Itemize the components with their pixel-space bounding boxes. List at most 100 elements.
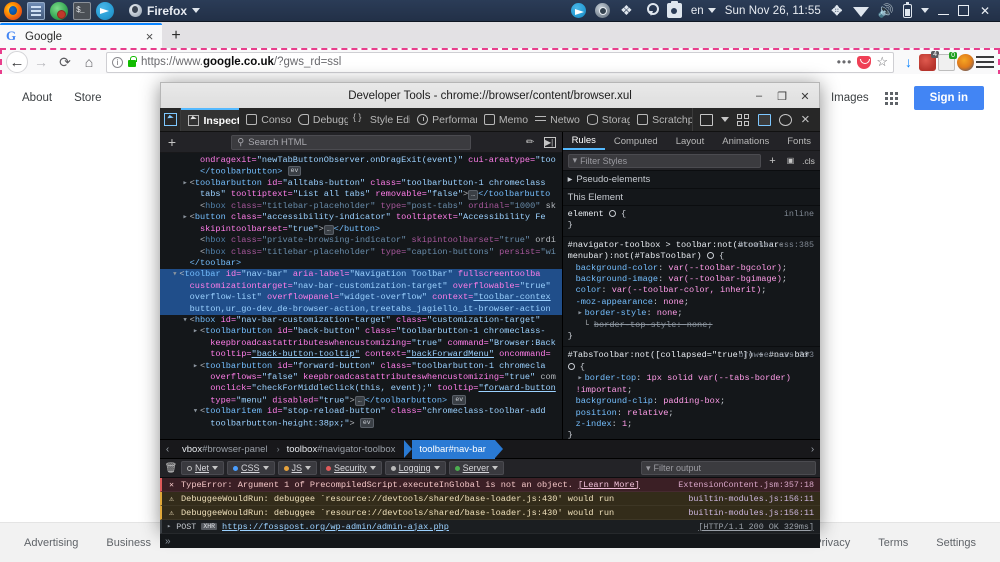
console-output[interactable]: ✕ TypeError: Argument 1 of PrecompiledScr… — [160, 478, 820, 534]
pseudo-elements-row[interactable]: ▸ Pseudo-elements — [562, 171, 820, 189]
pocket-icon[interactable] — [857, 55, 872, 69]
css-property[interactable]: position — [576, 408, 617, 418]
markup-twisty-icon[interactable] — [191, 201, 200, 212]
css-declaration[interactable]: background-image: var(--toolbar-bgimage)… — [568, 274, 815, 285]
css-value[interactable]: var(--toolbar-color, inherit) — [612, 285, 762, 295]
markup-twisty-icon[interactable]: ▸ — [191, 326, 200, 337]
css-rule[interactable]: browser.css:385 #navigator-toolbox > tool… — [562, 237, 820, 348]
markup-twisty-icon[interactable] — [201, 372, 210, 383]
forward-button[interactable]: → — [30, 51, 52, 73]
page-actions-icon[interactable]: ••• — [837, 55, 853, 69]
markup-line[interactable]: keepbroadcastattributeswhencustomizing="… — [160, 338, 562, 349]
css-property[interactable]: z-index — [576, 419, 612, 429]
breadcrumb-item-vbox[interactable]: vbox #browser-panel — [175, 440, 277, 459]
chevron-down-icon[interactable] — [212, 466, 219, 470]
footer-link-settings[interactable]: Settings — [936, 537, 976, 549]
breadcrumb-item-toolbar[interactable]: toolbar #nav-bar — [412, 439, 495, 459]
markup-line[interactable]: ▾ <hbox id="nav-bar-customization-target"… — [160, 315, 562, 326]
css-property[interactable]: border-style — [585, 308, 647, 318]
chevron-down-icon[interactable] — [262, 466, 269, 470]
markup-line[interactable]: ▸ <toolbarbutton id="back-button" class="… — [160, 326, 562, 337]
window-minimize-button[interactable] — [938, 6, 949, 15]
markup-twisty-icon[interactable] — [191, 167, 200, 178]
css-property[interactable]: background-color — [576, 263, 659, 273]
app-menu-firefox[interactable]: Firefox — [129, 4, 201, 18]
css-value[interactable]: var(--toolbar-bgimage) — [668, 274, 781, 284]
new-tab-button[interactable]: + — [162, 23, 190, 48]
green-app-launcher-icon[interactable] — [50, 1, 68, 20]
console-filter-server[interactable]: Server — [448, 461, 505, 475]
window-maximize-button[interactable] — [958, 5, 969, 16]
markup-twisty-icon[interactable] — [191, 189, 200, 200]
volume-icon[interactable]: 🔊 — [878, 3, 894, 18]
back-button[interactable]: ← — [6, 51, 28, 73]
console-filter-net[interactable]: Net — [181, 461, 225, 475]
declaration-twisty-icon[interactable]: ▸ — [576, 373, 585, 384]
devtools-tab-scratchpad[interactable]: Scratchpad — [630, 108, 692, 131]
chevron-down-icon[interactable] — [433, 466, 440, 470]
markup-twisty-icon[interactable] — [201, 349, 210, 360]
footer-link-business[interactable]: Business — [106, 537, 151, 549]
message-source[interactable]: ExtensionContent.jsm:357:18 — [678, 480, 814, 490]
rules-tab-rules[interactable]: Rules — [562, 132, 605, 150]
rules-tab-computed[interactable]: Computed — [605, 132, 667, 150]
extension-orange-icon[interactable] — [957, 53, 974, 71]
devtools-tab-style-editor[interactable]: Style Editor — [348, 108, 410, 131]
markup-line[interactable]: </toolbar> — [160, 258, 562, 269]
css-value[interactable]: relative — [627, 408, 668, 418]
css-declaration[interactable]: ▸ border-style: none; — [568, 308, 815, 319]
footer-link-terms[interactable]: Terms — [878, 537, 908, 549]
console-row[interactable]: ▸ POST XHR https://fosspost.org/wp-admin/ad… — [160, 520, 820, 534]
location-tray-icon[interactable] — [643, 3, 659, 18]
css-value[interactable]: none — [663, 297, 684, 307]
markup-line[interactable]: ▸ <toolbarbutton id="forward-button" clas… — [160, 361, 562, 372]
telegram-launcher-icon[interactable] — [96, 1, 114, 20]
css-value[interactable]: none — [687, 320, 708, 330]
css-declaration[interactable]: -moz-appearance: none; — [568, 297, 815, 308]
bookmark-star-icon[interactable]: ☆ — [876, 54, 888, 70]
markup-twisty-icon[interactable]: ▾ — [181, 315, 190, 326]
downloads-icon[interactable]: ↓ — [900, 54, 917, 71]
class-toggle-button[interactable]: .cls — [802, 156, 815, 166]
markup-twisty-icon[interactable] — [191, 224, 200, 235]
markup-line[interactable]: customizationtarget="nav-bar-customizati… — [160, 280, 562, 293]
steam-tray-icon[interactable] — [594, 3, 610, 18]
markup-line[interactable]: toolbarbutton-height:38px;"> ev — [160, 417, 562, 430]
markup-twisty-icon[interactable] — [181, 292, 190, 303]
docking-icon[interactable] — [758, 113, 771, 126]
google-link-about[interactable]: About — [22, 92, 52, 104]
console-filter-js[interactable]: JS — [277, 461, 318, 475]
css-declaration[interactable]: z-index: 1; — [568, 419, 815, 430]
files-launcher-icon[interactable] — [27, 1, 45, 20]
eyedropper-icon[interactable]: ✏ — [523, 137, 538, 148]
chevron-down-icon[interactable] — [492, 466, 499, 470]
rules-tab-animations[interactable]: Animations — [713, 132, 778, 150]
markup-line[interactable]: ▸ <button class="accessibility-indicator"… — [160, 212, 562, 223]
google-apps-grid-icon[interactable] — [884, 91, 898, 105]
css-value[interactable]: var(--toolbar-bgcolor) — [668, 263, 781, 273]
rules-tab-fonts[interactable]: Fonts — [778, 132, 820, 150]
extension-green-icon[interactable] — [938, 51, 958, 71]
markup-twisty-icon[interactable] — [201, 418, 210, 429]
trash-icon[interactable]: 🗑 — [164, 463, 178, 474]
markup-line[interactable]: <hbox class="titlebar-placeholder" type=… — [160, 247, 562, 258]
markup-twisty-icon[interactable]: ▾ — [191, 406, 200, 417]
markup-twisty-icon[interactable]: ▸ — [191, 361, 200, 372]
markup-twisty-icon[interactable]: ▾ — [170, 269, 179, 280]
info-circle-icon[interactable]: i — [112, 56, 123, 68]
devtools-tab-inspector[interactable]: Inspector — [181, 108, 240, 131]
hamburger-menu-icon[interactable] — [976, 56, 994, 68]
css-declaration[interactable]: └ border-top-style: none; — [568, 320, 815, 331]
expand-twisty-icon[interactable]: ▸ — [167, 522, 171, 531]
css-declaration[interactable]: position: relative; — [568, 408, 815, 419]
responsive-design-mode-icon[interactable] — [700, 113, 713, 126]
markup-twisty-icon[interactable]: ▸ — [181, 178, 190, 189]
rule-source[interactable]: browser.css:385 — [739, 240, 814, 251]
devtools-tab-console[interactable]: Console — [239, 108, 291, 131]
rule-source[interactable]: browser.css:393 — [739, 350, 814, 361]
element-picker-button[interactable] — [160, 108, 182, 131]
console-prompt[interactable]: » — [160, 534, 820, 548]
css-declaration[interactable]: color: var(--toolbar-color, inherit); — [568, 285, 815, 296]
split-panes-icon[interactable] — [737, 113, 750, 126]
print-media-icon[interactable]: ▣ — [784, 156, 797, 165]
